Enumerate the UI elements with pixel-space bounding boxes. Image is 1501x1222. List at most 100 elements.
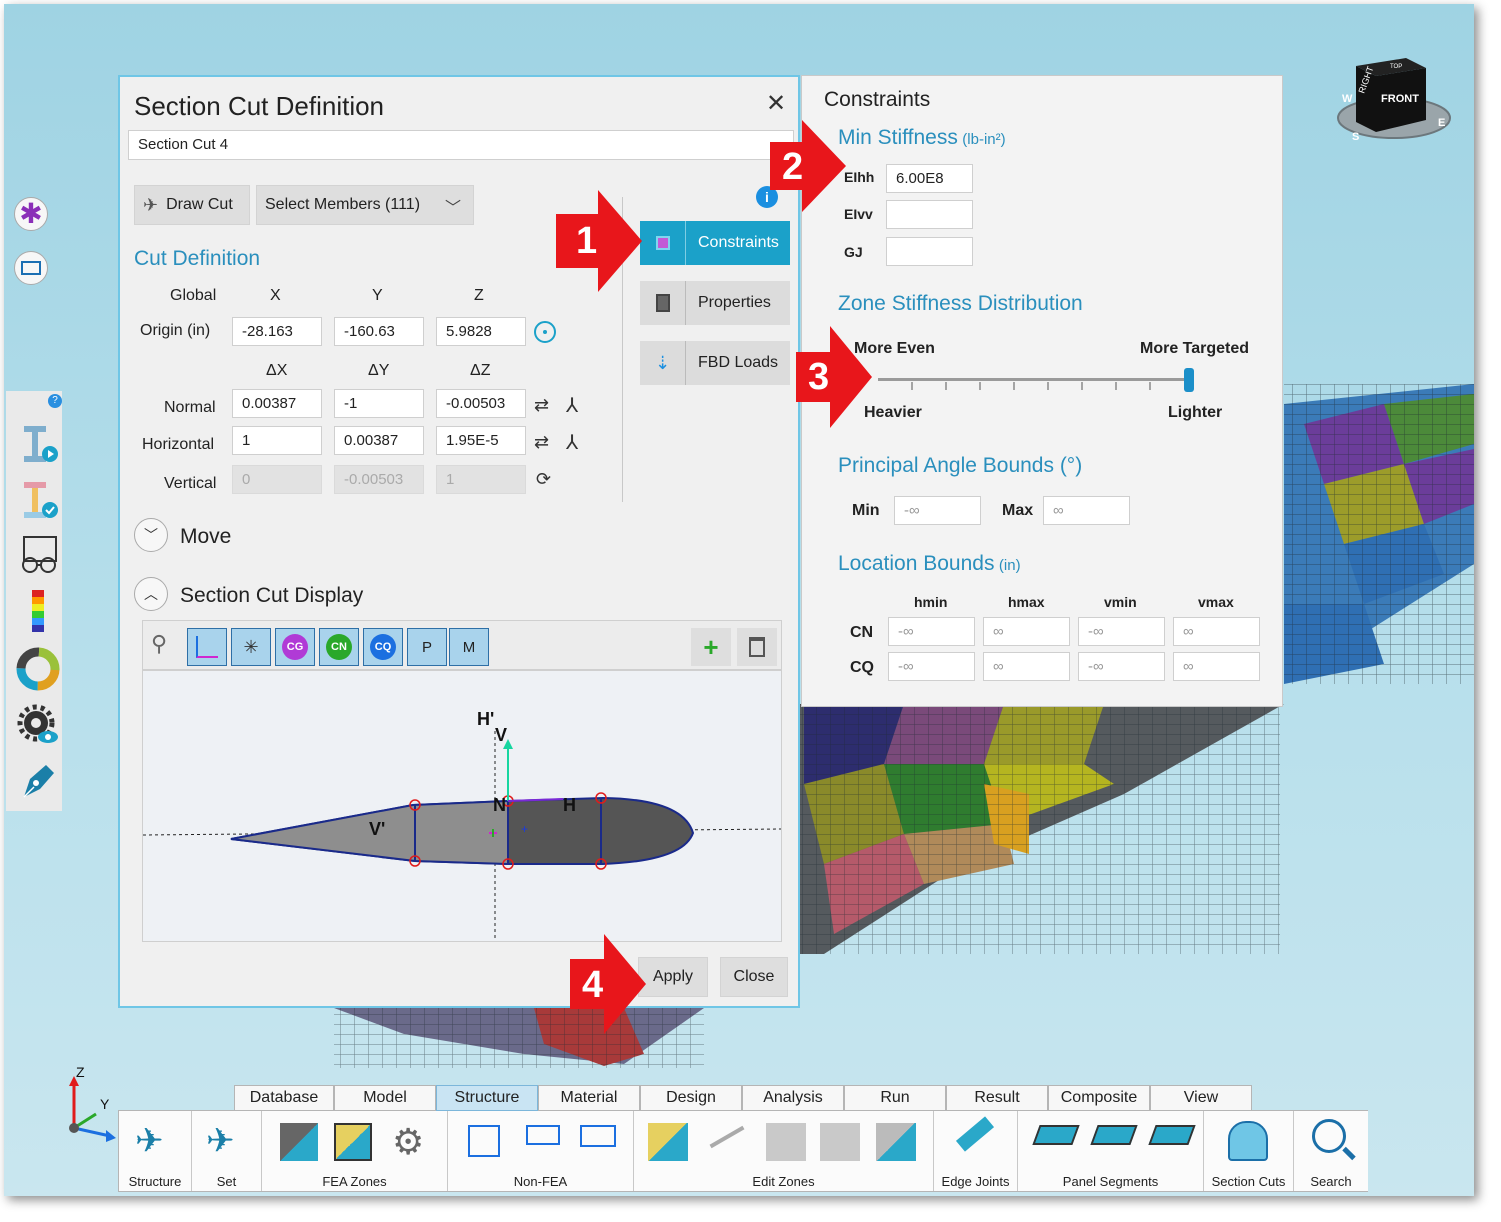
- edit-zone-merge-icon[interactable]: [709, 1125, 745, 1149]
- flip-horizontal-icon[interactable]: ⇄: [534, 432, 549, 453]
- tab-run[interactable]: Run: [844, 1085, 946, 1111]
- tab-database[interactable]: Database: [234, 1085, 334, 1111]
- fea-zone-auto-icon[interactable]: [334, 1123, 372, 1161]
- ei-vv-input[interactable]: [886, 200, 973, 229]
- cq-button[interactable]: CQ: [363, 628, 403, 666]
- close-icon[interactable]: ✕: [766, 89, 786, 118]
- panel-segment-icon[interactable]: [1032, 1125, 1080, 1145]
- loc-col-vmax: vmax: [1198, 594, 1234, 610]
- angle-max-input[interactable]: ∞: [1043, 496, 1130, 525]
- view-cube[interactable]: FRONT RIGHT TOP W S E: [1334, 54, 1454, 149]
- slider-track: [878, 378, 1194, 381]
- cn-vmax-input[interactable]: ∞: [1173, 617, 1260, 646]
- close-button[interactable]: Close: [720, 957, 788, 997]
- settings-view-icon[interactable]: [14, 701, 62, 749]
- apply-button[interactable]: Apply: [638, 957, 708, 997]
- normal-z-input[interactable]: -0.00503: [436, 389, 526, 418]
- tab-design[interactable]: Design: [640, 1085, 742, 1111]
- cn-vmin-input[interactable]: -∞: [1078, 617, 1165, 646]
- glasses-icon[interactable]: [14, 531, 62, 579]
- stiffness-slider[interactable]: [878, 368, 1194, 394]
- add-cut-button[interactable]: +: [691, 628, 731, 666]
- horizontal-y-input[interactable]: 0.00387: [334, 426, 424, 455]
- gj-input[interactable]: [886, 237, 973, 266]
- svg-text:+: +: [521, 822, 528, 836]
- slider-thumb[interactable]: [1184, 368, 1194, 392]
- horizontal-x-input[interactable]: 1: [232, 426, 322, 455]
- section-check-icon[interactable]: [14, 475, 62, 523]
- cn-button[interactable]: CN: [319, 628, 359, 666]
- tab-composite[interactable]: Composite: [1048, 1085, 1150, 1111]
- section-cut-plot[interactable]: + H' V N H V': [142, 670, 782, 942]
- target-icon[interactable]: [534, 321, 556, 343]
- pen-icon[interactable]: [14, 757, 62, 805]
- color-wheel-icon[interactable]: [14, 645, 62, 693]
- delete-cut-button[interactable]: [737, 628, 777, 666]
- m-button[interactable]: M: [449, 628, 489, 666]
- horizontal-z-input[interactable]: 1.95E-5: [436, 426, 526, 455]
- cq-vmin-input[interactable]: -∞: [1078, 652, 1165, 681]
- tab-material[interactable]: Material: [538, 1085, 640, 1111]
- draw-cut-button[interactable]: ✈ Draw Cut: [134, 185, 250, 225]
- ribbon-structure-button[interactable]: ✈ Structure: [119, 1111, 192, 1191]
- tab-model[interactable]: Model: [334, 1085, 436, 1111]
- asterisk-button[interactable]: ✱: [14, 197, 48, 231]
- axis-horizontal-icon[interactable]: ⅄: [566, 430, 578, 455]
- non-fea-beam-add-icon[interactable]: [526, 1125, 560, 1145]
- edit-zone-export-icon[interactable]: [876, 1123, 916, 1161]
- ribbon-set-button[interactable]: ✈ Set: [192, 1111, 262, 1191]
- section-cut-name-input[interactable]: Section Cut 4: [128, 130, 794, 160]
- ribbon-section-cuts-button[interactable]: Section Cuts: [1204, 1111, 1294, 1191]
- section-properties-icon[interactable]: [14, 419, 62, 467]
- origin-y-input[interactable]: -160.63: [334, 317, 424, 346]
- normal-y-input[interactable]: -1: [334, 389, 424, 418]
- tab-structure[interactable]: Structure: [436, 1085, 538, 1111]
- normal-x-input[interactable]: 0.00387: [232, 389, 322, 418]
- zoom-icon[interactable]: ⚲: [151, 631, 167, 657]
- axes-button[interactable]: [187, 628, 227, 666]
- edit-zone-grid-icon[interactable]: [820, 1123, 860, 1161]
- panel-segment-auto-icon[interactable]: [1090, 1125, 1138, 1145]
- cq-vmax-input[interactable]: ∞: [1173, 652, 1260, 681]
- flip-normal-icon[interactable]: ⇄: [534, 395, 549, 416]
- move-expand-button[interactable]: ﹀: [134, 518, 168, 552]
- edit-zone-select-icon[interactable]: [648, 1123, 688, 1161]
- non-fea-add-icon[interactable]: [468, 1125, 500, 1157]
- tab-result[interactable]: Result: [946, 1085, 1048, 1111]
- help-icon[interactable]: ?: [48, 394, 62, 408]
- angle-min-input[interactable]: -∞: [894, 496, 981, 525]
- constraints-button[interactable]: Constraints: [640, 221, 790, 265]
- principal-axes-button[interactable]: ✳: [231, 628, 271, 666]
- fea-zone-icon[interactable]: [280, 1123, 318, 1161]
- trash-icon: [749, 637, 765, 657]
- move-label: Move: [180, 525, 232, 548]
- cn-hmax-input[interactable]: ∞: [983, 617, 1070, 646]
- fbd-loads-button[interactable]: ⇣ FBD Loads: [640, 341, 790, 385]
- ribbon-search-button[interactable]: Search: [1294, 1111, 1368, 1191]
- cn-hmin-input[interactable]: -∞: [888, 617, 975, 646]
- ribbon-edge-joints-button[interactable]: Edge Joints: [934, 1111, 1018, 1191]
- cq-hmax-input[interactable]: ∞: [983, 652, 1070, 681]
- p-button[interactable]: P: [407, 628, 447, 666]
- select-members-dropdown[interactable]: Select Members (111) ﹀: [256, 185, 474, 225]
- cg-button[interactable]: CG: [275, 628, 315, 666]
- display-collapse-button[interactable]: ︿: [134, 577, 168, 611]
- rotate-vertical-icon[interactable]: ⟳: [536, 469, 551, 490]
- angle-max-label: Max: [1002, 502, 1034, 519]
- origin-x-input[interactable]: -28.163: [232, 317, 322, 346]
- properties-button[interactable]: Properties: [640, 281, 790, 325]
- origin-z-input[interactable]: 5.9828: [436, 317, 526, 346]
- color-legend-icon[interactable]: [14, 587, 62, 635]
- cq-hmin-input[interactable]: -∞: [888, 652, 975, 681]
- panel-segment-split-icon[interactable]: [1148, 1125, 1196, 1145]
- ei-hh-input[interactable]: 6.00E8: [886, 164, 973, 193]
- axis-normal-icon[interactable]: ⅄: [566, 393, 578, 418]
- add-icon: +: [703, 631, 719, 662]
- edit-zone-rotate-icon[interactable]: [766, 1123, 806, 1161]
- svg-text:TOP: TOP: [1390, 64, 1402, 70]
- non-fea-panel-add-icon[interactable]: [580, 1125, 616, 1147]
- tab-analysis[interactable]: Analysis: [742, 1085, 844, 1111]
- tab-view[interactable]: View: [1150, 1085, 1252, 1111]
- fea-zone-gear-icon[interactable]: ⚙: [392, 1121, 424, 1163]
- window-button[interactable]: [14, 251, 48, 285]
